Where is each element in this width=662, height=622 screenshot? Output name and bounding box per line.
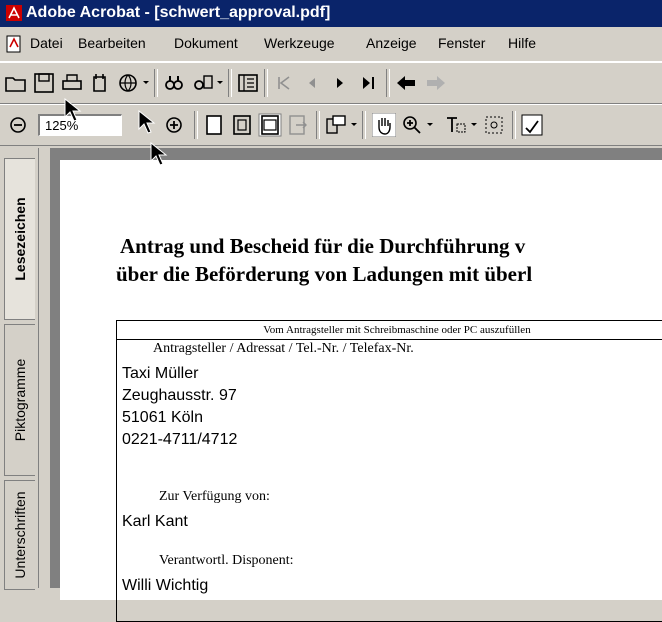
mouse-pointer-icon — [138, 110, 156, 134]
toolbar-separator — [386, 69, 390, 97]
acrobat-app-icon[interactable] — [6, 5, 22, 21]
navigation-tabs: Lesezeichen Piktogramme Unterschriften — [0, 148, 38, 590]
available-label: Zur Verfügung von: — [159, 489, 270, 504]
applicant-line-1[interactable]: Taxi Müller — [122, 365, 198, 383]
menu-anzeige[interactable]: Anzeige — [366, 35, 417, 51]
email-icon[interactable] — [88, 71, 112, 95]
hand-tool-icon[interactable] — [371, 112, 397, 138]
next-page-icon[interactable] — [328, 71, 352, 95]
pdf-document-icon[interactable] — [5, 35, 23, 53]
go-back-icon[interactable] — [394, 71, 418, 95]
tab-piktogramme[interactable]: Piktogramme — [4, 324, 35, 476]
toolbar-separator — [264, 69, 268, 97]
document-title-line-1: Antrag und Bescheid für die Durchführung… — [120, 234, 526, 258]
applicant-line-3[interactable]: 51061 Köln — [122, 409, 203, 427]
open-folder-icon[interactable] — [4, 71, 28, 95]
actual-size-icon[interactable] — [202, 113, 226, 137]
dispatcher-value[interactable]: Willi Wichtig — [122, 577, 208, 595]
toolbar-separator — [194, 111, 198, 139]
document-viewport[interactable]: Antrag und Bescheid für die Durchführung… — [50, 148, 662, 622]
save-icon[interactable] — [32, 71, 56, 95]
menu-bearbeiten[interactable]: Bearbeiten — [78, 35, 146, 51]
text-select-tool-icon[interactable] — [444, 113, 468, 137]
tab-unterschriften-label: Unterschriften — [12, 491, 28, 579]
mouse-pointer-icon — [64, 98, 82, 122]
available-value[interactable]: Karl Kant — [122, 513, 188, 531]
window-title: Adobe Acrobat - [schwert_approval.pdf] — [26, 4, 331, 21]
menu-fenster[interactable]: Fenster — [438, 35, 485, 51]
zoom-in-icon[interactable] — [162, 113, 186, 137]
web-capture-icon[interactable] — [116, 71, 140, 95]
rotate-dropdown-icon[interactable] — [350, 117, 358, 131]
zoom-out-icon[interactable] — [6, 113, 30, 137]
find-icon[interactable] — [162, 71, 186, 95]
menu-werkzeuge[interactable]: Werkzeuge — [264, 35, 335, 51]
graphics-select-tool-icon[interactable] — [482, 113, 506, 137]
form-box: Vom Antragsteller mit Schreibmaschine od… — [116, 320, 662, 622]
first-page-icon[interactable] — [272, 71, 296, 95]
title-bar: Adobe Acrobat - [schwert_approval.pdf] — [0, 0, 662, 27]
web-capture-dropdown-icon[interactable] — [142, 75, 150, 89]
toolbar-separator — [512, 111, 516, 139]
mouse-pointer-icon — [150, 142, 168, 166]
applicant-line-4[interactable]: 0221-4711/4712 — [122, 431, 237, 449]
dispatcher-label: Verantwortl. Disponent: — [159, 553, 294, 568]
toolbar-separator — [154, 69, 158, 97]
zoom-tool-icon[interactable] — [400, 113, 424, 137]
toolbar-separator — [228, 69, 232, 97]
tab-lesezeichen[interactable]: Lesezeichen — [4, 158, 35, 320]
toolbar-separator — [362, 111, 366, 139]
menu-hilfe[interactable]: Hilfe — [508, 35, 536, 51]
tab-lesezeichen-label: Lesezeichen — [12, 197, 28, 281]
menu-bar: Datei Bearbeiten Dokument Werkzeuge Anze… — [0, 27, 662, 62]
zoom-tool-dropdown-icon[interactable] — [426, 117, 434, 131]
tab-piktogramme-label: Piktogramme — [12, 358, 28, 442]
form-header: Vom Antragsteller mit Schreibmaschine od… — [117, 321, 662, 340]
fit-visible-icon[interactable] — [286, 113, 310, 137]
fit-width-icon[interactable] — [258, 113, 282, 137]
rotate-view-icon[interactable] — [324, 113, 348, 137]
fit-in-window-icon[interactable] — [230, 113, 254, 137]
pdf-page: Antrag und Bescheid für die Durchführung… — [60, 160, 662, 622]
toolbar-view: 125% — [0, 104, 662, 146]
applicant-label: Antragsteller / Adressat / Tel.-Nr. / Te… — [153, 341, 414, 356]
menu-dokument[interactable]: Dokument — [174, 35, 238, 51]
go-forward-icon[interactable] — [424, 71, 448, 95]
show-navigation-pane-icon[interactable] — [236, 71, 260, 95]
last-page-icon[interactable] — [356, 71, 380, 95]
spell-check-icon[interactable] — [520, 113, 544, 137]
applicant-line-2[interactable]: Zeughausstr. 97 — [122, 387, 237, 405]
menu-datei[interactable]: Datei — [30, 35, 63, 51]
previous-page-icon[interactable] — [300, 71, 324, 95]
search-index-icon[interactable] — [190, 71, 214, 95]
search-dropdown-icon[interactable] — [216, 75, 224, 89]
tab-unterschriften[interactable]: Unterschriften — [4, 480, 35, 590]
print-icon[interactable] — [60, 71, 84, 95]
toolbar-file — [0, 62, 662, 104]
document-title-line-2: über die Beförderung von Ladungen mit üb… — [116, 262, 533, 286]
toolbar-separator — [316, 111, 320, 139]
text-select-dropdown-icon[interactable] — [470, 117, 478, 131]
